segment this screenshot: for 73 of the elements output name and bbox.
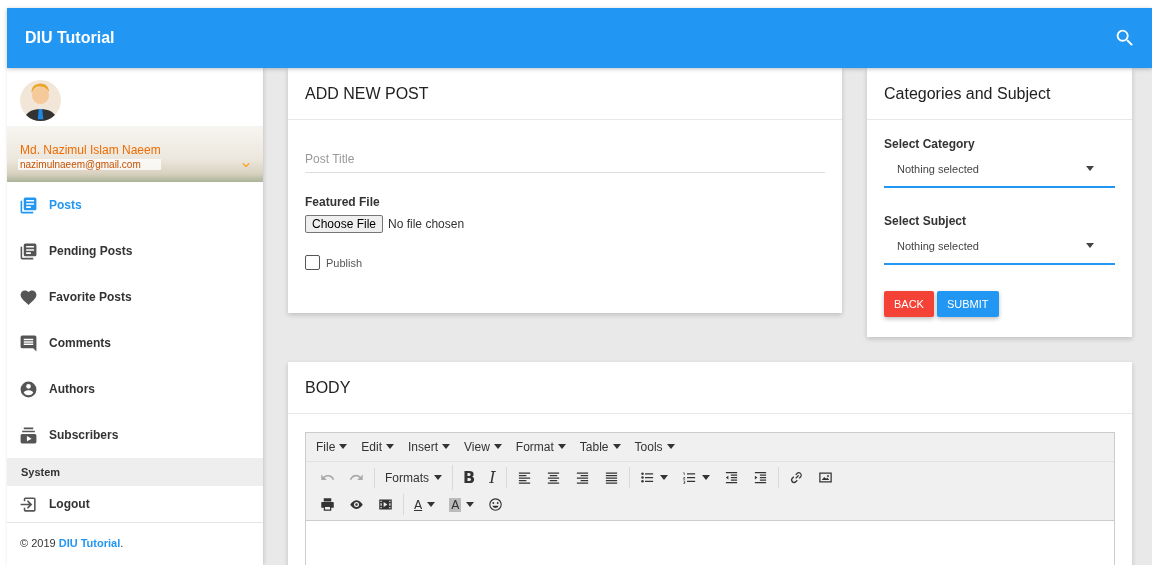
field-label: Select Category — [884, 137, 976, 151]
field-label: Featured File — [305, 195, 381, 209]
indent-icon — [752, 470, 768, 485]
logout-item[interactable]: Logout — [7, 486, 263, 523]
field-label: Select Subject — [884, 214, 968, 228]
posts-icon — [19, 195, 38, 215]
checkbox[interactable] — [305, 255, 320, 270]
caret-down-icon — [434, 474, 442, 481]
exit-icon — [19, 494, 38, 514]
menu-item[interactable]: File — [310, 438, 354, 456]
link-icon — [788, 470, 804, 485]
bold-button[interactable]: B — [457, 465, 482, 490]
caret-down-icon — [493, 444, 502, 450]
user-name: Md. Nazimul Islam Naeem — [20, 143, 161, 157]
menu-item[interactable]: View — [458, 438, 508, 456]
choose-file-button[interactable]: Choose File — [305, 215, 384, 233]
caret-down-icon — [1086, 242, 1094, 249]
select-field[interactable]: Nothing selected — [884, 228, 1115, 265]
sidebar-item[interactable]: Comments — [7, 320, 263, 366]
align-left-icon — [516, 470, 532, 485]
menu-item[interactable]: Edit — [355, 438, 401, 456]
avatar — [20, 80, 61, 121]
italic-button[interactable]: I — [483, 465, 502, 490]
align-center-icon — [545, 470, 561, 485]
caret-down-icon — [339, 444, 348, 450]
card-title: Categories and Subject — [867, 68, 1132, 120]
sidebar-item[interactable]: Authors — [7, 366, 263, 412]
card-title: ADD NEW POST — [288, 68, 842, 120]
outdent-icon — [723, 470, 739, 485]
numbered-list-icon — [681, 470, 697, 485]
caret-down-icon — [466, 501, 475, 508]
caret-down-icon — [427, 501, 436, 508]
bullet-list-icon — [639, 470, 655, 485]
caret-down-icon — [557, 444, 566, 450]
menu-item[interactable]: Table — [573, 438, 627, 456]
image-icon — [817, 470, 833, 485]
menu-item[interactable]: Tools — [628, 438, 681, 456]
app-title: DIU Tutorial — [25, 29, 115, 47]
caret-down-icon — [666, 444, 675, 450]
caret-down-icon — [701, 474, 710, 481]
select-field[interactable]: Nothing selected — [884, 151, 1115, 188]
heart-icon — [19, 287, 38, 307]
align-right-icon — [574, 470, 590, 485]
section-header: System — [7, 458, 263, 486]
sidebar-item[interactable]: Pending Posts — [7, 228, 263, 274]
search-icon[interactable] — [1114, 27, 1136, 49]
caret-down-icon — [386, 444, 395, 450]
caret-down-icon — [1086, 165, 1094, 172]
film-icon — [378, 497, 393, 512]
caret-down-icon — [612, 444, 621, 450]
comment-icon — [19, 333, 38, 353]
menu-item[interactable]: Format — [509, 438, 572, 456]
sidebar-item[interactable]: Subscribers — [7, 412, 263, 458]
caret-down-icon — [442, 444, 451, 450]
menu-item[interactable]: Insert — [402, 438, 457, 456]
checkbox-label: Publish — [326, 256, 363, 269]
posts-icon — [19, 241, 38, 261]
align-justify-icon — [603, 470, 619, 485]
user-email: nazimulnaeem@gmail.com — [18, 159, 161, 170]
file-status: No file chosen — [388, 217, 465, 231]
formats-dropdown[interactable]: Formats — [379, 467, 448, 488]
smiley-icon — [488, 497, 504, 512]
caret-down-icon — [659, 474, 668, 481]
background-color-button[interactable]: A — [443, 494, 481, 515]
print-icon — [320, 497, 335, 512]
back-button[interactable]: BACK — [884, 291, 934, 317]
footer-text: © 2019 DIU Tutorial. — [19, 536, 125, 551]
play-list-icon — [19, 425, 38, 445]
sidebar-item[interactable]: Favorite Posts — [7, 274, 263, 320]
input-field[interactable]: Post Title — [305, 146, 825, 173]
card-title: BODY — [288, 362, 1132, 414]
text-color-button[interactable]: A — [408, 494, 442, 515]
eye-icon — [349, 497, 364, 512]
